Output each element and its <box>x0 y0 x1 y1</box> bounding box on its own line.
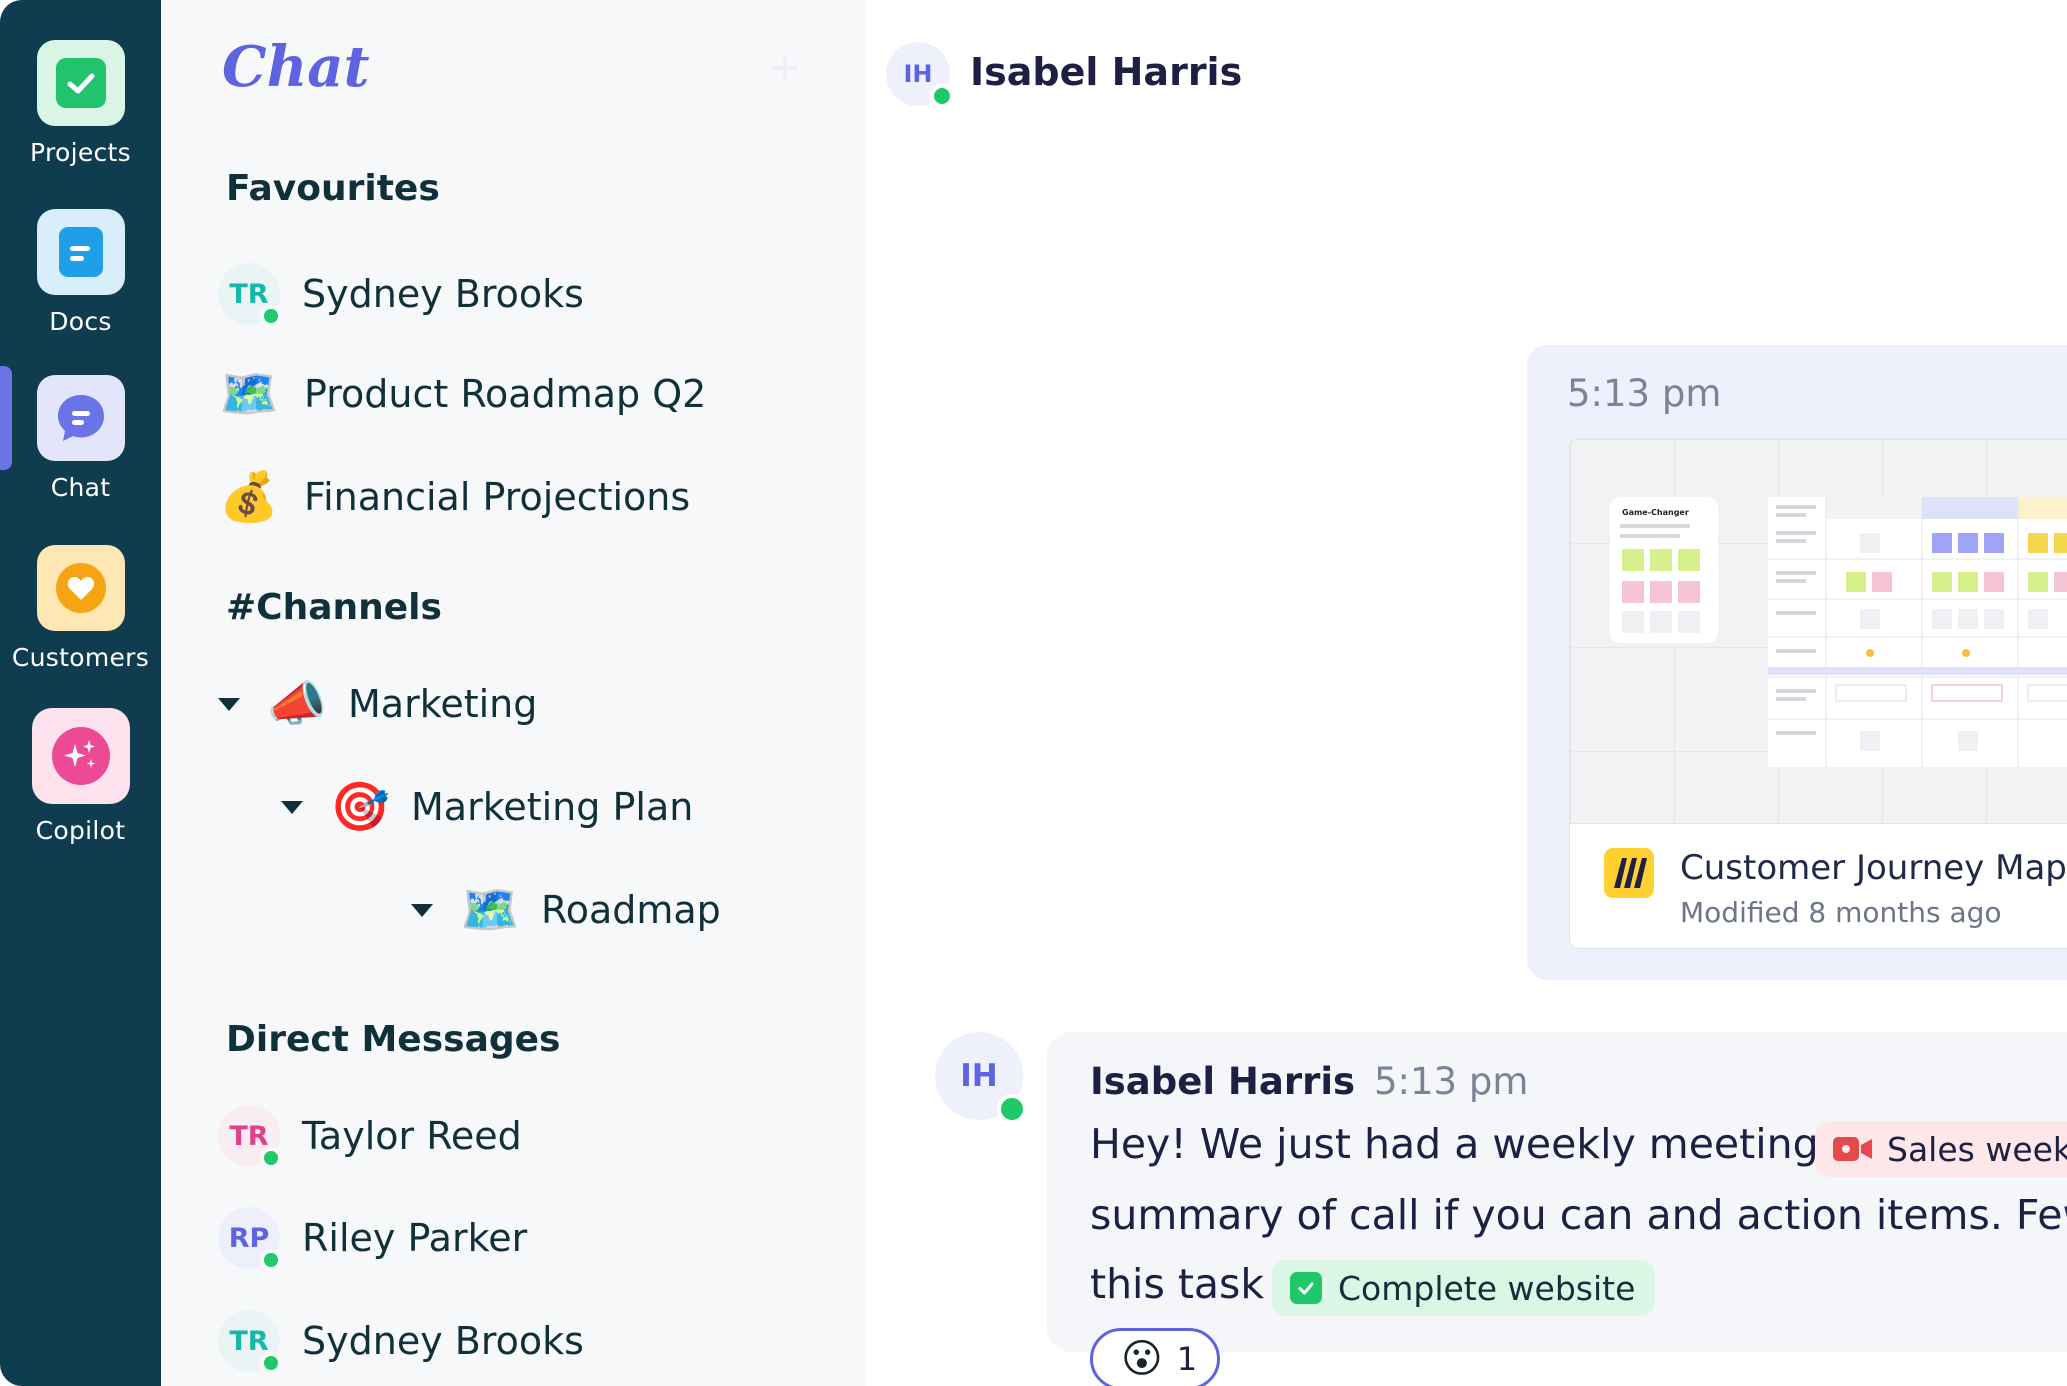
message-avatar[interactable]: IH <box>935 1032 1027 1124</box>
miro-logo-icon <box>1604 848 1654 898</box>
channel-item-roadmap[interactable]: 🗺️ Roadmap <box>411 878 721 942</box>
rail-item-docs[interactable]: Docs <box>0 209 161 336</box>
surprised-face-icon: 😮 <box>1121 1336 1163 1382</box>
dm-name: Sydney Brooks <box>302 1319 584 1363</box>
direct-messages-heading: Direct Messages <box>226 1019 561 1060</box>
megaphone-icon: 📣 <box>267 676 327 732</box>
avatar-initials: IH <box>903 60 933 88</box>
dm-name: Riley Parker <box>302 1216 528 1260</box>
message-text-line-1: Hey! We just had a weekly meeting <box>1090 1120 1819 1168</box>
board-thumbnail: Game-Changer <box>1610 497 2067 767</box>
favourite-item-sydney-brooks[interactable]: TR Sydney Brooks <box>218 262 584 327</box>
rail-item-chat[interactable]: Chat <box>0 375 161 502</box>
message-timestamp: 5:13 pm <box>1567 372 1722 415</box>
board-preview-image[interactable]: Game-Changer <box>1569 438 2067 823</box>
avatar-initials: TR <box>229 1120 269 1152</box>
avatar: TR <box>218 263 282 327</box>
money-bag-icon: 💰 <box>219 469 279 525</box>
rail-label-projects: Projects <box>30 138 131 167</box>
rail-label-chat: Chat <box>50 473 111 502</box>
conversation-title[interactable]: Isabel Harris <box>970 50 1242 94</box>
online-status-dot <box>260 305 282 327</box>
favourite-name: Financial Projections <box>304 475 691 519</box>
chat-sidebar: Chat + Favourites TR Sydney Brooks 🗺️ Pr… <box>161 0 865 1386</box>
avatar-initials: IH <box>960 1058 998 1094</box>
channel-name: Marketing Plan <box>411 785 694 829</box>
online-status-dot <box>260 1147 282 1169</box>
message-text-line-2: summary of call if you can and action it… <box>1090 1191 2067 1239</box>
dm-item-riley-parker[interactable]: RP Riley Parker <box>218 1206 528 1271</box>
conversation-avatar[interactable]: IH <box>886 42 954 108</box>
channels-heading: #Channels <box>226 587 442 628</box>
favourite-item-financial-projections[interactable]: 💰 Financial Projections <box>218 465 690 529</box>
dm-item-sydney-brooks[interactable]: TR Sydney Brooks <box>218 1309 584 1374</box>
video-camera-icon <box>1833 1137 1872 1161</box>
message-text-line-3: this task <box>1090 1260 1265 1308</box>
rail-label-copilot: Copilot <box>35 816 126 845</box>
map-icon: 🗺️ <box>460 882 520 938</box>
channel-name: Roadmap <box>541 888 721 932</box>
map-icon: 🗺️ <box>219 366 279 422</box>
avatar: TR <box>218 1105 282 1169</box>
avatar-initials: TR <box>229 1325 269 1357</box>
message-timestamp: 5:13 pm <box>1374 1060 1529 1103</box>
sparkles-icon <box>31 708 130 804</box>
app-rail: Projects Docs Chat Customers Copilot <box>0 0 161 1386</box>
chat-bubble-icon <box>36 375 125 461</box>
new-chat-button[interactable]: + <box>765 48 805 88</box>
dm-item-taylor-reed[interactable]: TR Taylor Reed <box>218 1104 522 1169</box>
online-status-dot <box>260 1249 282 1271</box>
sidebar-title: Chat <box>222 34 370 100</box>
shared-file-message: 5:13 pm Game-Changer Customer Journey Ma… <box>1527 345 2067 980</box>
online-status-dot <box>260 1352 282 1374</box>
channel-item-marketing[interactable]: 📣 Marketing <box>218 672 537 736</box>
target-icon: 🎯 <box>330 779 390 835</box>
favourites-heading: Favourites <box>226 168 440 209</box>
checkbox-checked-icon <box>1290 1272 1322 1304</box>
rail-item-projects[interactable]: Projects <box>0 40 161 167</box>
avatar-initials: TR <box>229 278 269 310</box>
avatar-initials: RP <box>228 1222 270 1254</box>
task-link-chip[interactable]: Complete website <box>1272 1260 1656 1316</box>
message-author[interactable]: Isabel Harris <box>1090 1060 1355 1103</box>
chevron-down-icon[interactable] <box>411 903 433 917</box>
meeting-chip-label: Sales weekly <box>1887 1129 2067 1169</box>
avatar: TR <box>218 1310 282 1374</box>
chevron-down-icon[interactable] <box>281 800 303 814</box>
document-icon <box>36 209 125 295</box>
reaction-button[interactable]: 😮 1 <box>1090 1328 1220 1386</box>
reaction-count: 1 <box>1176 1340 1198 1378</box>
rail-label-customers: Customers <box>11 643 150 672</box>
rail-item-customers[interactable]: Customers <box>0 545 161 672</box>
file-modified-date: Modified 8 months ago <box>1680 896 2002 929</box>
avatar: RP <box>218 1207 282 1271</box>
rail-label-docs: Docs <box>49 307 112 336</box>
favourite-name: Sydney Brooks <box>302 272 584 316</box>
online-status-dot <box>930 84 954 108</box>
channel-name: Marketing <box>348 682 538 726</box>
channel-item-marketing-plan[interactable]: 🎯 Marketing Plan <box>281 775 693 839</box>
favourite-name: Product Roadmap Q2 <box>304 372 707 416</box>
heart-icon <box>36 545 125 631</box>
chevron-down-icon[interactable] <box>218 697 240 711</box>
dm-name: Taylor Reed <box>302 1114 522 1158</box>
favourite-item-product-roadmap[interactable]: 🗺️ Product Roadmap Q2 <box>218 362 706 426</box>
file-name[interactable]: Customer Journey Map <box>1680 848 2067 888</box>
file-attachment[interactable]: Customer Journey Map ⧉ Modified 8 months… <box>1569 823 2067 949</box>
check-icon <box>36 40 125 126</box>
task-chip-label: Complete website <box>1338 1268 1636 1308</box>
rail-item-copilot[interactable]: Copilot <box>0 708 161 845</box>
meeting-link-chip[interactable]: Sales weekly <box>1815 1121 2067 1177</box>
preview-title: Game-Changer <box>1622 508 1689 517</box>
online-status-dot <box>997 1094 1027 1124</box>
